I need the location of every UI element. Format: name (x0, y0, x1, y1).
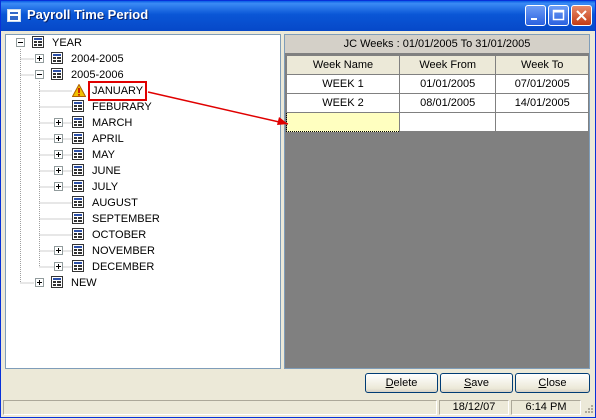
payroll-window: Payroll Time Period YEAR 2004-2005 2005-… (0, 0, 596, 418)
expand-icon[interactable] (54, 262, 63, 271)
tree-label-month: NOVEMBER (92, 245, 155, 257)
weeks-panel: JC Weeks : 01/01/2005 To 31/01/2005 Week… (284, 34, 590, 369)
tree-node-october[interactable]: OCTOBER (72, 227, 182, 243)
delete-button[interactable]: Delete (365, 373, 438, 393)
tree-node-december[interactable]: DECEMBER (54, 259, 174, 275)
grid-icon (72, 180, 84, 192)
table-cell[interactable]: 07/01/2005 (495, 74, 589, 94)
grid-header-row: Week Name Week From Week To (286, 55, 589, 75)
tree-label-month: SEPTEMBER (92, 213, 160, 225)
grid-icon (72, 116, 84, 128)
tree-node-year[interactable]: YEAR (16, 35, 116, 51)
title-bar[interactable]: Payroll Time Period (1, 1, 595, 31)
tree-node-august[interactable]: AUGUST (72, 195, 172, 211)
tree-label-year-node: NEW (71, 277, 97, 289)
grid-icon (51, 52, 63, 64)
tree-label-month: MAY (92, 149, 116, 161)
minimize-button[interactable] (525, 5, 546, 26)
grid-icon (72, 228, 84, 240)
expand-icon[interactable] (35, 54, 44, 63)
status-date: 18/12/07 (439, 400, 509, 415)
tree-node-september[interactable]: SEPTEMBER (72, 211, 182, 227)
expand-icon[interactable] (54, 118, 63, 127)
period-tree[interactable]: YEAR 2004-2005 2005-2006 JANUARY FEBURAR… (5, 34, 281, 369)
table-cell[interactable]: 01/01/2005 (398, 74, 497, 94)
tree-node-new[interactable]: NEW (35, 275, 135, 291)
collapse-icon[interactable] (16, 38, 25, 47)
tree-node-2005-2006[interactable]: 2005-2006 (35, 67, 135, 83)
tree-node-february[interactable]: FEBURARY (72, 99, 162, 115)
close-button[interactable]: Close (515, 373, 590, 393)
tree-label-month: JUNE (92, 165, 121, 177)
status-time: 6:14 PM (511, 400, 581, 415)
tree-label-year-node: 2005-2006 (71, 69, 124, 81)
app-icon (7, 9, 21, 22)
grid-icon (72, 148, 84, 160)
close-window-button[interactable] (571, 5, 592, 26)
grid-icon (72, 244, 84, 256)
status-bar: 18/12/07 6:14 PM (1, 398, 595, 417)
tree-node-march[interactable]: MARCH (54, 115, 164, 131)
tree-node-2004-2005[interactable]: 2004-2005 (35, 51, 135, 67)
expand-icon[interactable] (54, 134, 63, 143)
grid-icon (72, 164, 84, 176)
grid-icon (72, 212, 84, 224)
new-week-to-cell[interactable] (495, 112, 589, 132)
table-cell[interactable]: 08/01/2005 (398, 93, 497, 113)
grid-icon (51, 68, 63, 80)
grid-icon (72, 196, 84, 208)
grid-icon (32, 36, 44, 48)
column-header[interactable]: Week To (495, 55, 589, 75)
save-button[interactable]: Save (440, 373, 513, 393)
minimize-icon (531, 18, 537, 20)
weeks-caption: JC Weeks : 01/01/2005 To 31/01/2005 (285, 35, 589, 54)
grid-icon (72, 132, 84, 144)
tree-label-month: AUGUST (92, 197, 138, 209)
tree-label-month: APRIL (92, 133, 124, 145)
column-header[interactable]: Week Name (286, 55, 400, 75)
expand-icon[interactable] (35, 278, 44, 287)
warning-icon (72, 84, 86, 97)
close-icon (576, 10, 587, 21)
tree-label-year: YEAR (52, 37, 82, 49)
maximize-button[interactable] (548, 5, 569, 26)
tree-label-month: JULY (92, 181, 119, 193)
grid-icon (72, 260, 84, 272)
resize-grip-icon[interactable] (583, 403, 594, 414)
expand-icon[interactable] (54, 246, 63, 255)
table-cell[interactable]: 14/01/2005 (495, 93, 589, 113)
tree-label-month: OCTOBER (92, 229, 147, 241)
tree-label-month: MARCH (92, 117, 133, 129)
new-entry-row[interactable] (286, 112, 589, 132)
maximize-icon (552, 9, 565, 21)
tree-label-month: DECEMBER (92, 261, 155, 273)
tree-label-month: JANUARY (87, 81, 148, 101)
status-message (3, 400, 437, 415)
table-cell[interactable]: WEEK 2 (286, 93, 400, 113)
column-header[interactable]: Week From (398, 55, 497, 75)
tree-node-may[interactable]: MAY (54, 147, 164, 163)
table-row[interactable]: WEEK 2 08/01/2005 14/01/2005 (286, 93, 589, 113)
expand-icon[interactable] (54, 166, 63, 175)
table-row[interactable]: WEEK 1 01/01/2005 07/01/2005 (286, 74, 589, 94)
window-title: Payroll Time Period (27, 7, 149, 22)
tree-node-january[interactable]: JANUARY (72, 81, 162, 101)
weeks-grid[interactable]: Week Name Week From Week To WEEK 1 01/01… (286, 55, 589, 132)
tree-node-april[interactable]: APRIL (54, 131, 164, 147)
tree-label-year-node: 2004-2005 (71, 53, 124, 65)
tree-node-july[interactable]: JULY (54, 179, 164, 195)
grid-icon (72, 100, 84, 112)
expand-icon[interactable] (54, 150, 63, 159)
tree-node-november[interactable]: NOVEMBER (54, 243, 174, 259)
grid-icon (51, 276, 63, 288)
new-week-from-cell[interactable] (398, 112, 497, 132)
table-cell[interactable]: WEEK 1 (286, 74, 400, 94)
collapse-icon[interactable] (35, 70, 44, 79)
tree-label-month: FEBURARY (92, 101, 152, 113)
tree-node-june[interactable]: JUNE (54, 163, 164, 179)
expand-icon[interactable] (54, 182, 63, 191)
new-week-name-cell[interactable] (286, 112, 400, 132)
